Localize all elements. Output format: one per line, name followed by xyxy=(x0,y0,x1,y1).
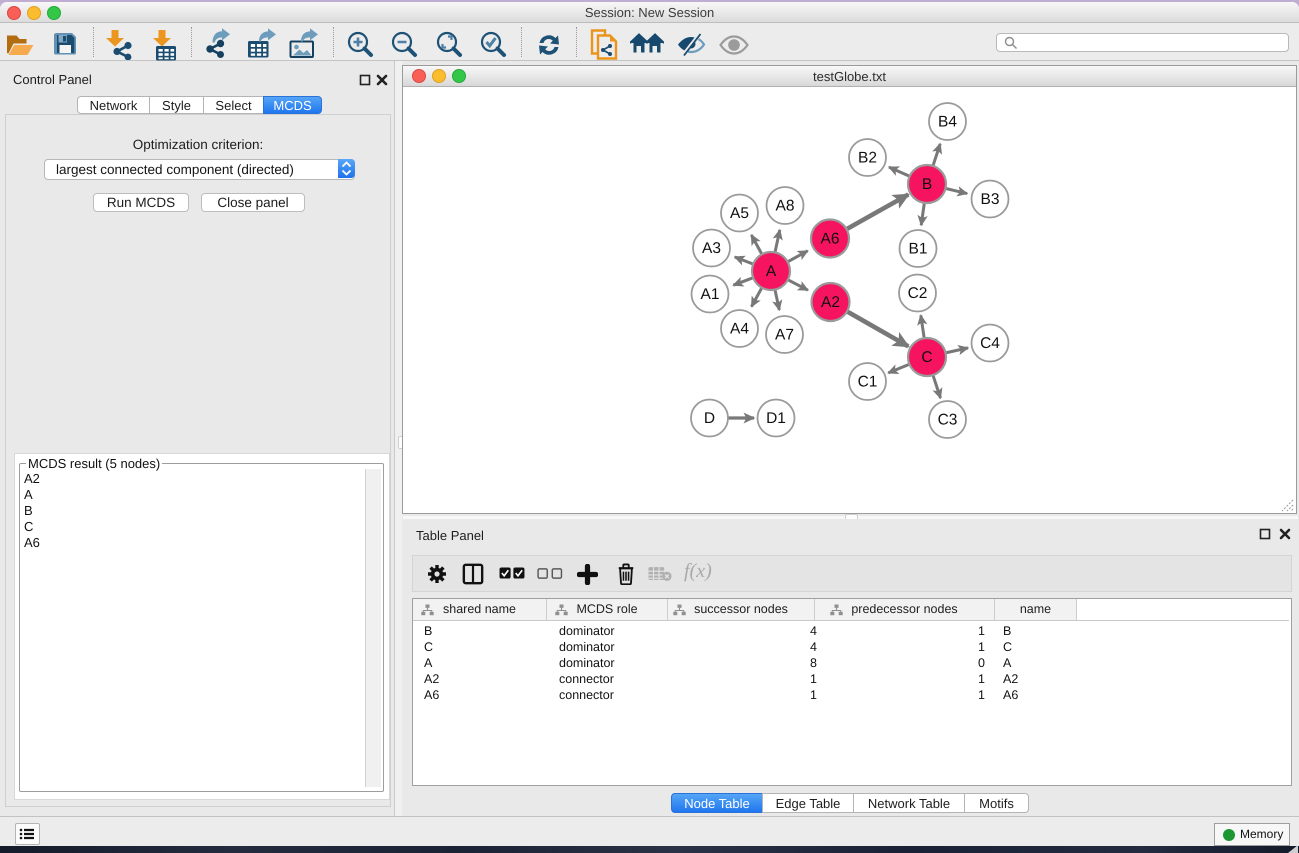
svg-text:A5: A5 xyxy=(730,205,749,222)
svg-text:C3: C3 xyxy=(938,411,958,428)
svg-text:A: A xyxy=(766,263,777,280)
svg-text:A6: A6 xyxy=(821,230,840,247)
svg-text:C1: C1 xyxy=(858,373,878,390)
svg-text:C2: C2 xyxy=(908,285,928,302)
svg-text:A7: A7 xyxy=(775,326,794,343)
svg-text:B1: B1 xyxy=(909,240,928,257)
svg-text:A2: A2 xyxy=(821,294,840,311)
svg-text:B4: B4 xyxy=(938,113,957,130)
svg-text:D: D xyxy=(704,410,715,427)
svg-text:A8: A8 xyxy=(776,197,795,214)
svg-text:A1: A1 xyxy=(701,286,720,303)
svg-text:A3: A3 xyxy=(702,240,721,257)
svg-text:B3: B3 xyxy=(981,191,1000,208)
svg-text:A4: A4 xyxy=(730,320,749,337)
svg-text:C4: C4 xyxy=(980,335,1000,352)
svg-text:B2: B2 xyxy=(858,149,877,166)
svg-text:D1: D1 xyxy=(766,410,786,427)
svg-text:C: C xyxy=(921,349,932,366)
svg-text:B: B xyxy=(922,176,932,193)
